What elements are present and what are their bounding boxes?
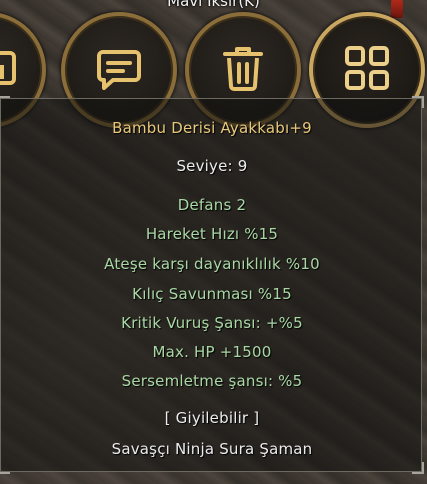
tooltip-bonus: Sersemletme şansı: %5 bbox=[121, 372, 303, 390]
grid-icon bbox=[345, 45, 389, 90]
tooltip-wearable: [ Giyilebilir ] bbox=[164, 409, 260, 427]
tooltip-bonus: Ateşe karşı dayanıklılık %10 bbox=[104, 255, 320, 273]
tooltip-classes: Savaşçı Ninja Sura Şaman bbox=[111, 440, 313, 458]
tooltip-corner bbox=[0, 462, 10, 474]
item-tooltip: Bambu Derisi Ayakkabı+9 Seviye: 9 Defans… bbox=[0, 96, 424, 474]
red-banner-icon bbox=[391, 0, 403, 18]
tooltip-level: Seviye: 9 bbox=[176, 157, 248, 175]
tooltip-bonus: Hareket Hızı %15 bbox=[145, 225, 279, 243]
trash-icon bbox=[223, 46, 263, 91]
tooltip-corner bbox=[412, 96, 424, 108]
game-scene: Mavi İksir(K) Bambu Derisi Ayakkabı+9 Se… bbox=[0, 0, 427, 484]
tooltip-item-name: Bambu Derisi Ayakkabı+9 bbox=[112, 119, 312, 137]
chat-icon bbox=[97, 49, 141, 90]
tooltip-defense: Defans 2 bbox=[177, 196, 247, 214]
tooltip-bonus: Max. HP +1500 bbox=[152, 343, 272, 361]
selected-item-name: Mavi İksir(K) bbox=[167, 0, 260, 10]
tooltip-bonus: Kılıç Savunması %15 bbox=[132, 285, 292, 303]
character-icon bbox=[0, 50, 16, 85]
tooltip-bonus: Kritik Vuruş Şansı: +%5 bbox=[121, 314, 303, 332]
tooltip-corner bbox=[412, 462, 424, 474]
tooltip-corner bbox=[0, 96, 10, 108]
